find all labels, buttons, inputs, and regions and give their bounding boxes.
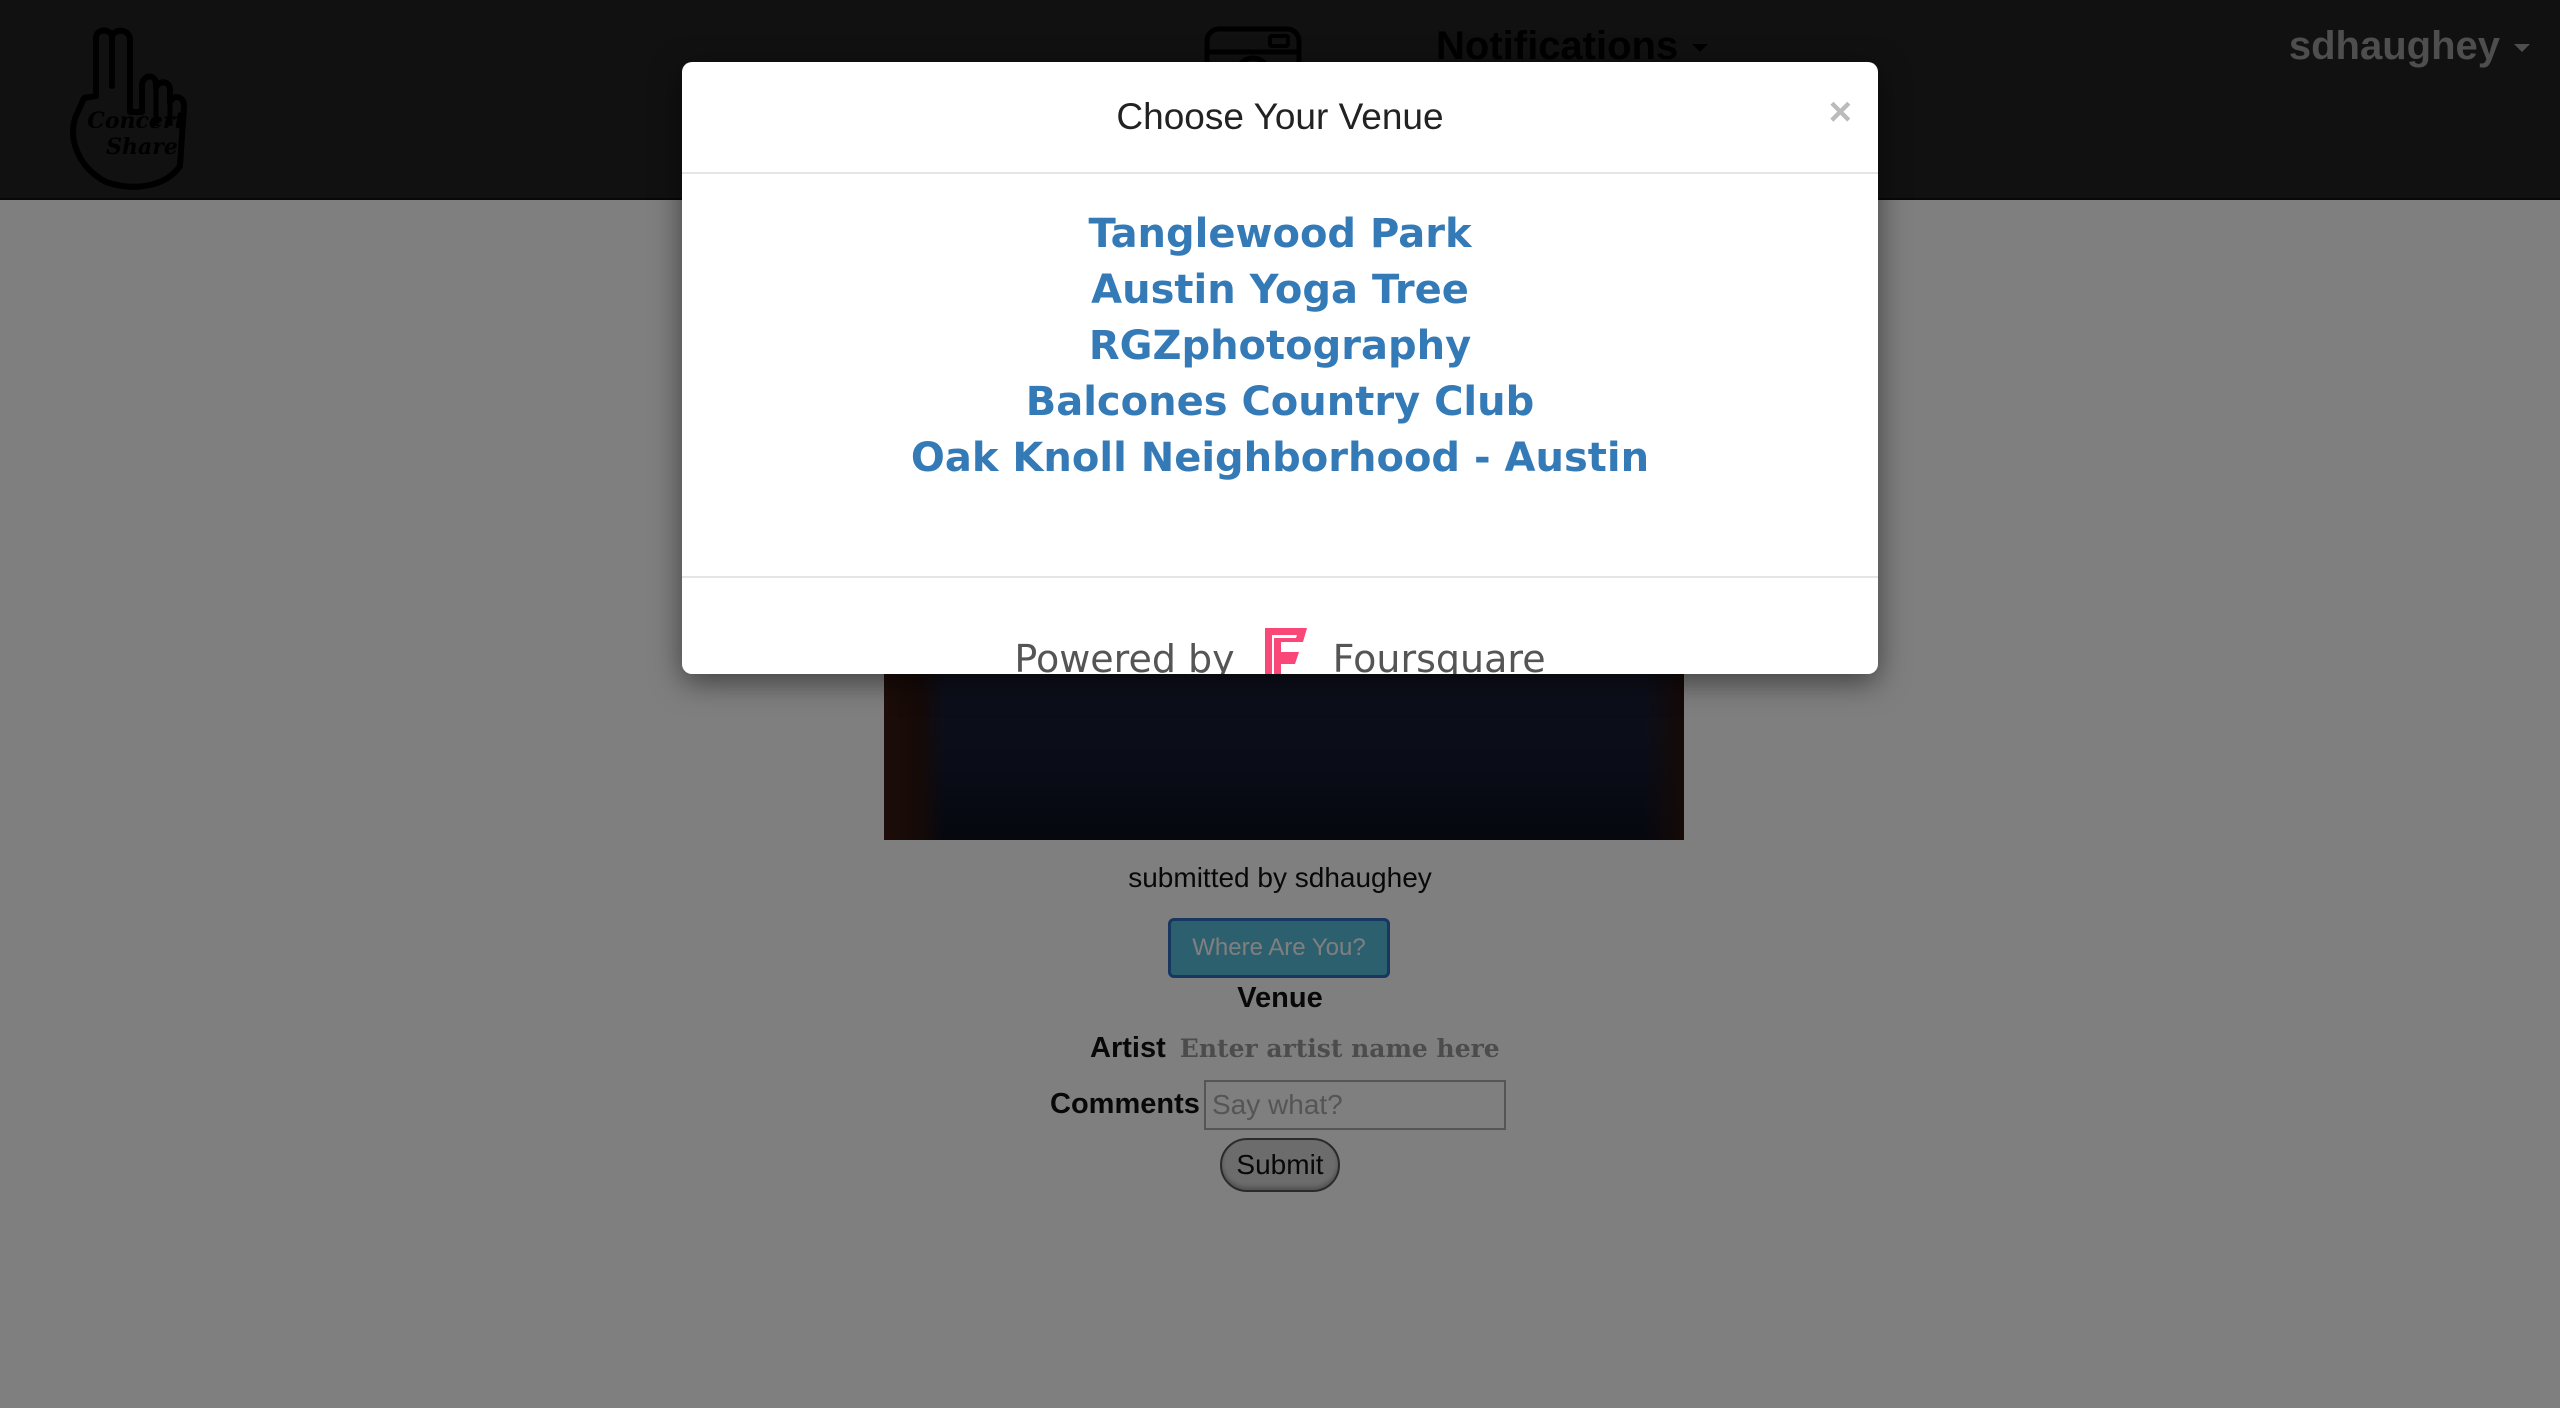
venue-option[interactable]: Oak Knoll Neighborhood - Austin <box>682 430 1878 486</box>
venue-option[interactable]: Tanglewood Park <box>682 206 1878 262</box>
powered-by-foursquare: Powered by Foursquare <box>682 624 1878 674</box>
modal-footer: Powered by Foursquare <box>682 576 1878 674</box>
close-icon[interactable]: × <box>1829 90 1852 135</box>
venue-modal: Choose Your Venue × Tanglewood Park Aust… <box>682 62 1878 674</box>
venue-option[interactable]: RGZphotography <box>682 318 1878 374</box>
venue-option[interactable]: Balcones Country Club <box>682 374 1878 430</box>
foursquare-logo-icon <box>1264 628 1307 674</box>
powered-by-label: Powered by <box>1014 637 1235 674</box>
modal-header: Choose Your Venue × <box>682 62 1878 174</box>
venue-list: Tanglewood Park Austin Yoga Tree RGZphot… <box>682 206 1878 486</box>
provider-label: Foursquare <box>1332 637 1546 674</box>
modal-title: Choose Your Venue <box>1116 96 1444 137</box>
venue-option[interactable]: Austin Yoga Tree <box>682 262 1878 318</box>
